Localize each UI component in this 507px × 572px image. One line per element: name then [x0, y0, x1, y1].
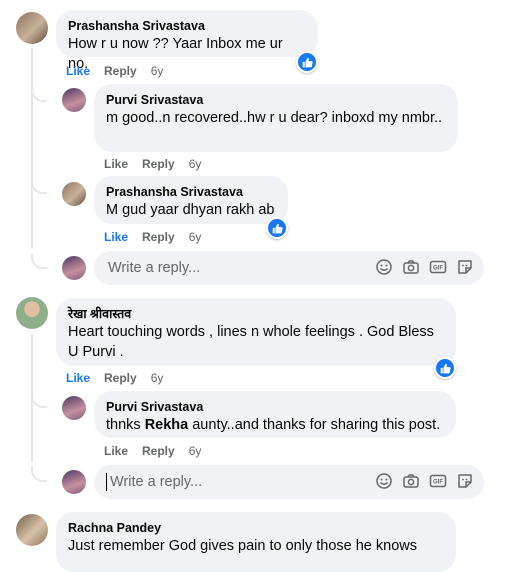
reply-actions: Like Reply 6y: [104, 443, 201, 459]
like-button[interactable]: Like: [66, 370, 90, 386]
comment-author[interactable]: Rachna Pandey: [68, 520, 444, 536]
reply-bubble: Purvi Srivastava thnks Rekha aunty..and …: [94, 391, 456, 438]
camera-icon[interactable]: [402, 472, 420, 490]
like-button[interactable]: Like: [104, 156, 128, 172]
reply-button[interactable]: Reply: [142, 443, 175, 459]
reply-author[interactable]: Purvi Srivastava: [106, 399, 444, 415]
smiley-icon[interactable]: [375, 258, 393, 276]
comment-actions: Like Reply 6y: [66, 370, 163, 386]
camera-icon[interactable]: [402, 258, 420, 276]
avatar[interactable]: [16, 12, 48, 44]
reply-composer[interactable]: GIF: [94, 251, 484, 285]
comment-actions: Like Reply 6y: [66, 63, 163, 79]
reply-input[interactable]: [108, 473, 352, 491]
thumbs-up-icon[interactable]: [266, 217, 288, 239]
reply-button[interactable]: Reply: [104, 370, 137, 386]
reply-input[interactable]: [106, 259, 350, 277]
timestamp[interactable]: 6y: [151, 63, 164, 79]
reply-button[interactable]: Reply: [104, 63, 137, 79]
timestamp[interactable]: 6y: [189, 229, 202, 245]
like-button[interactable]: Like: [66, 63, 90, 79]
avatar[interactable]: [62, 396, 86, 420]
comment-text: Heart touching words , lines n whole fee…: [68, 324, 434, 360]
like-button[interactable]: Like: [104, 229, 128, 245]
reply-text: thnks Rekha aunty..and thanks for sharin…: [106, 415, 444, 435]
reply-bubble: Purvi Srivastava m good..n recovered..hw…: [94, 84, 458, 152]
reply-composer[interactable]: GIF: [94, 465, 484, 499]
svg-text:GIF: GIF: [433, 480, 443, 486]
avatar[interactable]: [16, 514, 48, 546]
sticker-icon[interactable]: [456, 258, 474, 276]
reply-actions: Like Reply 6y: [104, 156, 201, 172]
thread-connector: [31, 466, 47, 482]
gif-icon[interactable]: GIF: [429, 258, 447, 276]
composer-tools: GIF: [375, 258, 474, 276]
comment-author[interactable]: रेखा श्रीवास्तव: [68, 306, 444, 322]
reply-text: m good..n recovered..hw r u dear? inboxd…: [106, 110, 443, 126]
comment-text: Just remember God gives pain to only tho…: [68, 538, 417, 554]
reply-button[interactable]: Reply: [142, 229, 175, 245]
thumbs-up-icon[interactable]: [434, 357, 456, 379]
avatar[interactable]: [16, 297, 48, 329]
mention-link[interactable]: Rekha: [145, 417, 189, 433]
composer-tools: GIF: [375, 472, 474, 490]
gif-icon[interactable]: GIF: [429, 472, 447, 490]
svg-text:GIF: GIF: [433, 266, 443, 272]
like-button[interactable]: Like: [104, 443, 128, 459]
timestamp[interactable]: 6y: [189, 443, 202, 459]
comment-bubble: Prashansha Srivastava How r u now ?? Yaa…: [56, 10, 318, 72]
text-cursor: [106, 473, 107, 491]
comment-bubble: Rachna Pandey Just remember God gives pa…: [56, 512, 456, 572]
smiley-icon[interactable]: [375, 472, 393, 490]
timestamp[interactable]: 6y: [151, 370, 164, 386]
reply-author[interactable]: Purvi Srivastava: [106, 92, 446, 108]
thumbs-up-icon[interactable]: [296, 51, 318, 73]
thread-connector: [31, 253, 47, 269]
avatar[interactable]: [62, 182, 86, 206]
reply-actions: Like Reply 6y: [104, 229, 201, 245]
thread-line: [31, 48, 33, 248]
reply-text: M gud yaar dhyan rakh ab: [106, 202, 275, 218]
thread-connector: [31, 178, 47, 194]
comment-author[interactable]: Prashansha Srivastava: [68, 18, 306, 34]
thread-connector: [31, 392, 47, 408]
thread-connector: [31, 86, 47, 102]
reply-button[interactable]: Reply: [142, 156, 175, 172]
avatar: [62, 470, 86, 494]
reply-author[interactable]: Prashansha Srivastava: [106, 184, 276, 200]
reply-text-part: aunty..and thanks for sharing this post.: [188, 417, 441, 433]
avatar[interactable]: [62, 88, 86, 112]
reply-text-part: thnks: [106, 417, 145, 433]
reply-bubble: Prashansha Srivastava M gud yaar dhyan r…: [94, 176, 288, 224]
sticker-icon[interactable]: [456, 472, 474, 490]
timestamp[interactable]: 6y: [189, 156, 202, 172]
comment-bubble: रेखा श्रीवास्तव Heart touching words , l…: [56, 298, 456, 366]
avatar: [62, 256, 86, 280]
